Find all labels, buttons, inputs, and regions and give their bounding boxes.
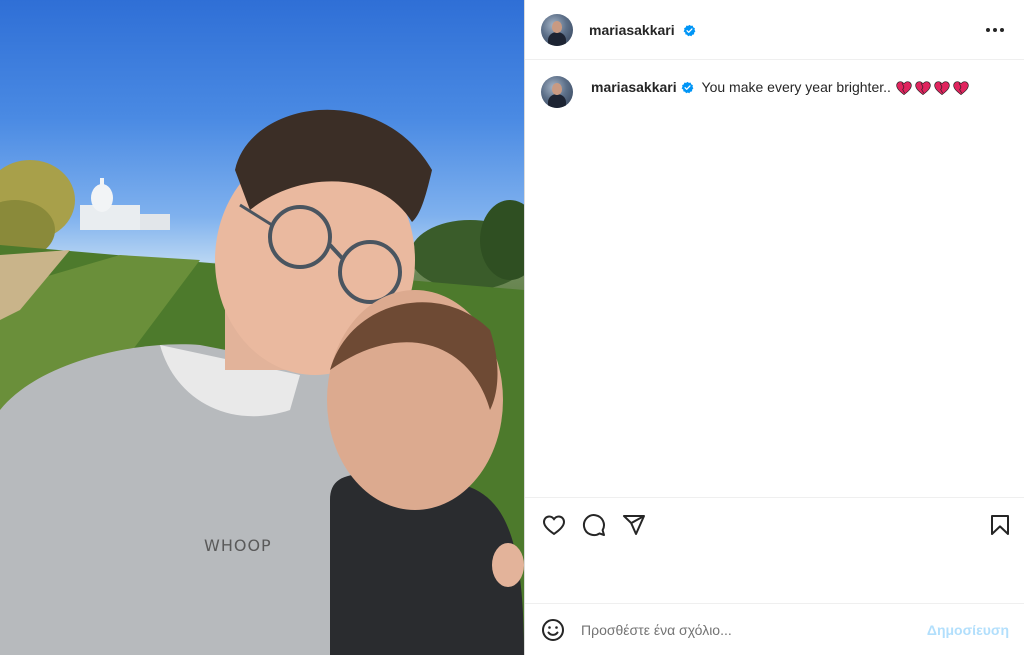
avatar[interactable] — [541, 13, 573, 46]
caption-emoji — [896, 81, 969, 95]
comment-bubble-icon — [583, 514, 605, 537]
post-header: mariasakkari — [525, 0, 1024, 60]
share-button[interactable] — [621, 512, 647, 538]
post-comment-button[interactable]: Δημοσίευση — [927, 622, 1009, 638]
smiley-icon — [542, 619, 564, 641]
more-options-button[interactable] — [983, 18, 1007, 42]
heart-emoji-icon — [915, 81, 931, 95]
verified-badge-icon — [681, 81, 694, 94]
save-button[interactable] — [987, 512, 1013, 538]
caption-row: mariasakkari You make every year brighte… — [541, 76, 1011, 108]
paper-plane-icon — [623, 515, 645, 535]
dot-icon — [993, 28, 997, 32]
comment-input[interactable] — [581, 618, 921, 642]
like-button[interactable] — [541, 512, 567, 538]
shirt-logo-text: WHOOP — [204, 536, 272, 555]
heart-outline-icon — [542, 515, 566, 536]
caption-username[interactable]: mariasakkari — [591, 79, 677, 95]
post-photo-illustration — [0, 109, 524, 655]
caption-text: You make every year brighter.. — [701, 79, 891, 95]
post-photo[interactable]: WHOOP — [0, 0, 524, 655]
emoji-picker-button[interactable] — [541, 618, 565, 642]
caption: mariasakkari You make every year brighte… — [591, 78, 969, 108]
author-username[interactable]: mariasakkari — [589, 22, 696, 38]
heart-emoji-icon — [953, 81, 969, 95]
verified-badge-icon — [683, 24, 695, 36]
dot-icon — [1000, 28, 1004, 32]
heart-emoji-icon — [934, 81, 950, 95]
bookmark-icon — [991, 515, 1009, 535]
comment-button[interactable] — [581, 512, 607, 538]
dot-icon — [986, 28, 990, 32]
author-username-text[interactable]: mariasakkari — [589, 22, 675, 38]
post-details-panel: mariasakkari mariasakkari You make every… — [524, 0, 1024, 655]
caption-avatar[interactable] — [541, 76, 573, 108]
add-comment-bar: Δημοσίευση — [525, 603, 1024, 655]
heart-emoji-icon — [896, 81, 912, 95]
post-actions-bar — [525, 497, 1024, 549]
